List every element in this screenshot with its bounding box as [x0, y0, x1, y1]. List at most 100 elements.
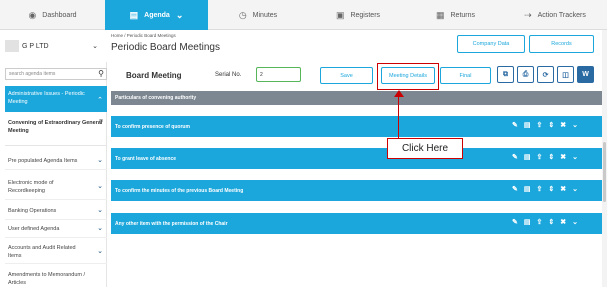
nav-registers[interactable]: ▣ Registers: [308, 0, 408, 30]
notes-icon[interactable]: ▤: [524, 218, 531, 226]
page-title: Periodic Board Meetings: [111, 42, 220, 53]
reorder-icon[interactable]: ⇕: [548, 218, 554, 226]
nav-minutes-label: Minutes: [252, 11, 278, 19]
chevron-down-icon: ⌄: [97, 182, 103, 190]
sidebar-item-label: Accounts and Audit Related Items: [8, 244, 76, 259]
attach-icon[interactable]: ✎: [512, 185, 518, 193]
upload-icon[interactable]: ⇪: [537, 218, 543, 226]
serial-input[interactable]: 2: [256, 67, 301, 82]
arrow-line: [398, 95, 399, 138]
sidebar-item[interactable]: Electronic mode of Recordkeeping ⌄: [5, 174, 107, 200]
nav-returns[interactable]: ▦ Returns: [408, 0, 503, 30]
menu-icon[interactable]: ≡: [99, 118, 103, 126]
upload-icon[interactable]: ⇪: [537, 185, 543, 193]
chevron-down-icon: ⌄: [175, 9, 184, 20]
scrollbar[interactable]: [602, 30, 607, 287]
agenda-row-label: Any other item with the permission of th…: [115, 220, 228, 227]
notes-icon[interactable]: ▤: [524, 121, 531, 129]
company-data-button[interactable]: Company Data: [457, 35, 525, 53]
expand-icon[interactable]: ⌄: [572, 218, 578, 226]
attach-icon[interactable]: ✎: [512, 218, 518, 226]
serial-label: Serial No.: [215, 72, 242, 78]
nav-minutes[interactable]: ◷ Minutes: [208, 0, 308, 30]
expand-icon[interactable]: ⌄: [572, 121, 578, 129]
search-input[interactable]: search agenda items ⚲: [5, 68, 107, 80]
copy-icon[interactable]: ⧉: [497, 66, 514, 83]
delete-icon[interactable]: ✖: [560, 153, 566, 161]
top-nav: ◉ Dashboard ▤ Agenda ⌄ ◷ Minutes ▣ Regis…: [0, 0, 607, 30]
print-icon[interactable]: ⎙: [517, 66, 534, 83]
highlight-box: [377, 63, 439, 90]
save-button[interactable]: Save: [320, 67, 373, 84]
row-actions: ✎ ▤ ⇪ ⇕ ✖ ⌄: [512, 121, 578, 129]
click-here-callout: Click Here: [387, 138, 463, 159]
sidebar-item[interactable]: Banking Operations ⌄: [5, 202, 107, 220]
agenda-row-label: To confirm presence of quorum: [115, 123, 190, 130]
final-button[interactable]: Final: [440, 67, 491, 84]
arrow-head: [394, 90, 404, 97]
records-button[interactable]: Records: [529, 35, 594, 53]
reorder-icon[interactable]: ⇕: [548, 153, 554, 161]
nav-agenda-label: Agenda: [144, 11, 170, 19]
chevron-down-icon: ⌄: [97, 156, 103, 164]
expand-icon[interactable]: ⌄: [572, 185, 578, 193]
row-actions: ✎ ▤ ⇪ ⇕ ✖ ⌄: [512, 218, 578, 226]
tracker-icon: ⇢: [524, 9, 532, 20]
section-header: Particulars of convening authority: [111, 91, 602, 105]
sidebar-section-administrative[interactable]: Administrative Issues - Periodic Meeting…: [5, 86, 107, 112]
nav-action-trackers[interactable]: ⇢ Action Trackers: [503, 0, 607, 30]
clock-icon: ◷: [238, 9, 247, 20]
sidebar-item-egm[interactable]: Convening of Extraordinary General Meeti…: [5, 116, 107, 146]
pdf-icon[interactable]: ◫: [557, 66, 574, 83]
agenda-row[interactable]: To grant leave of absence ✎ ▤ ⇪ ⇕ ✖ ⌄: [111, 148, 602, 169]
company-name: G P LTD: [22, 42, 49, 50]
chevron-down-icon: ⌄: [92, 43, 98, 50]
sidebar-item-label: User defined Agenda: [8, 225, 60, 232]
agenda-icon: ▤: [129, 9, 139, 20]
nav-action-trackers-label: Action Trackers: [537, 11, 586, 19]
nav-dashboard[interactable]: ◉ Dashboard: [0, 0, 105, 30]
nav-dashboard-label: Dashboard: [42, 11, 77, 19]
company-selector[interactable]: G P LTD ⌄: [5, 36, 102, 56]
speedometer-icon: ◉: [28, 9, 37, 20]
sidebar-item-label: Electronic mode of Recordkeeping: [8, 179, 54, 194]
delete-icon[interactable]: ✖: [560, 185, 566, 193]
notes-icon[interactable]: ▤: [524, 153, 531, 161]
reorder-icon[interactable]: ⇕: [548, 121, 554, 129]
word-icon[interactable]: W: [577, 66, 594, 83]
upload-icon[interactable]: ⇪: [537, 121, 543, 129]
delete-icon[interactable]: ✖: [560, 121, 566, 129]
document-icon: ▦: [435, 9, 445, 20]
reorder-icon[interactable]: ⇕: [548, 185, 554, 193]
attach-icon[interactable]: ✎: [512, 121, 518, 129]
refresh-icon[interactable]: ⟳: [537, 66, 554, 83]
upload-icon[interactable]: ⇪: [537, 153, 543, 161]
folder-icon: ▣: [335, 9, 345, 20]
sidebar-item[interactable]: Pre populated Agenda Items ⌄: [5, 152, 107, 170]
notes-icon[interactable]: ▤: [524, 185, 531, 193]
agenda-row[interactable]: To confirm the minutes of the previous B…: [111, 180, 602, 201]
sidebar-item-label: Amendments to Memorandum / Articles: [8, 272, 86, 286]
sidebar-item[interactable]: User defined Agenda ⌄: [5, 220, 107, 238]
nav-agenda[interactable]: ▤ Agenda ⌄: [105, 0, 208, 30]
sidebar-item-label: Convening of Extraordinary General Meeti…: [8, 120, 103, 134]
export-icons: ⧉ ⎙ ⟳ ◫ W: [497, 66, 594, 83]
sidebar: search agenda items ⚲ Administrative Iss…: [5, 62, 107, 287]
nav-returns-label: Returns: [450, 11, 476, 19]
chevron-down-icon: ⌄: [97, 247, 103, 255]
attach-icon[interactable]: ✎: [512, 153, 518, 161]
sidebar-section-label: Administrative Issues - Periodic Meeting: [8, 91, 85, 105]
agenda-row[interactable]: To confirm presence of quorum ✎ ▤ ⇪ ⇕ ✖ …: [111, 116, 602, 137]
sidebar-item[interactable]: Amendments to Memorandum / Articles: [5, 268, 107, 287]
breadcrumb: Home / Periodic Board Meetings: [111, 33, 176, 38]
chevron-down-icon: ⌄: [97, 206, 103, 214]
search-placeholder: search agenda items: [9, 71, 56, 77]
expand-icon[interactable]: ⌄: [572, 153, 578, 161]
delete-icon[interactable]: ✖: [560, 218, 566, 226]
sidebar-item[interactable]: Accounts and Audit Related Items ⌄: [5, 240, 107, 264]
redacted-block: [5, 40, 19, 52]
agenda-row[interactable]: Any other item with the permission of th…: [111, 213, 602, 234]
scrollbar-thumb[interactable]: [603, 142, 606, 202]
agenda-row-label: To confirm the minutes of the previous B…: [115, 187, 244, 194]
search-icon[interactable]: ⚲: [98, 69, 104, 78]
